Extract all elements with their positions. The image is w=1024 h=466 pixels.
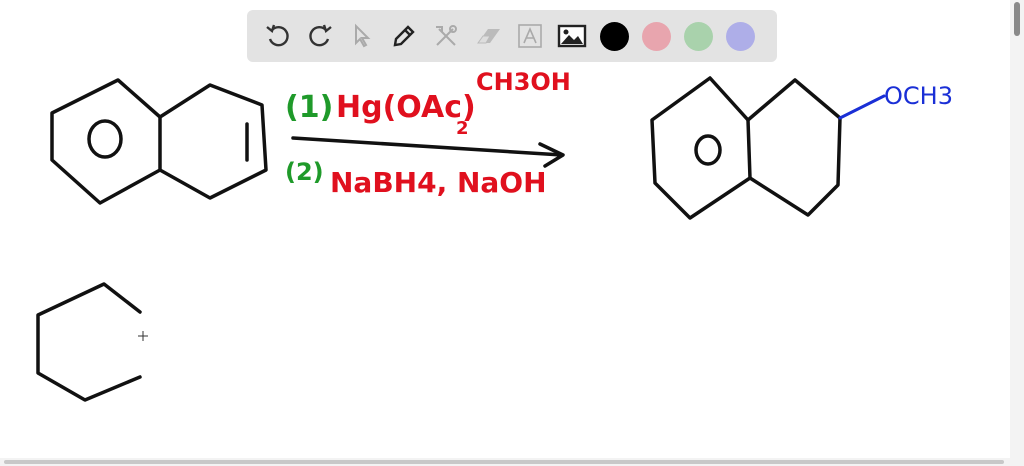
step1-subscript: 2: [456, 118, 469, 139]
methoxy-bond: [838, 94, 886, 120]
color-swatch: [725, 21, 755, 51]
pen-icon: [393, 25, 415, 47]
eraser-tool[interactable]: [467, 15, 509, 57]
reaction-arrow: [291, 136, 564, 157]
product-benzene-ring: [650, 76, 752, 220]
crosshair-cursor-icon: [138, 331, 148, 341]
text-tool[interactable]: [509, 15, 551, 57]
select-icon: [355, 23, 371, 48]
image-tool[interactable]: [551, 15, 593, 57]
shapes-tool[interactable]: [425, 15, 467, 57]
color-blue[interactable]: [719, 15, 761, 57]
color-green[interactable]: [677, 15, 719, 57]
reactant-benzene-ring: [50, 78, 162, 205]
reactant-second-ring: [158, 83, 268, 200]
product-methoxy-group: OCH3: [884, 82, 953, 110]
horizontal-scrollbar[interactable]: [0, 458, 1010, 466]
vertical-scrollbar[interactable]: [1010, 0, 1024, 466]
partial-hexagon: [36, 282, 142, 402]
redo-button[interactable]: [299, 15, 341, 57]
product-aromatic-circle: [694, 134, 722, 166]
aromatic-circle: [87, 119, 123, 159]
step1-reagent: Hg(OAc): [336, 90, 476, 125]
color-black[interactable]: [593, 15, 635, 57]
redo-icon: [309, 24, 332, 47]
select-tool[interactable]: [341, 15, 383, 57]
undo-button[interactable]: [257, 15, 299, 57]
text-icon: [518, 24, 542, 48]
color-swatch: [599, 21, 629, 51]
toolbar: [247, 10, 777, 62]
product-second-ring: [746, 78, 842, 217]
color-swatch: [683, 21, 713, 51]
solvent: CH3OH: [476, 68, 571, 96]
color-red[interactable]: [635, 15, 677, 57]
color-swatch: [641, 21, 671, 51]
scroll-thumb[interactable]: [1014, 2, 1020, 36]
tools-icon: [436, 25, 457, 46]
step1-label: (1): [285, 90, 333, 125]
image-icon: [557, 24, 587, 48]
drawing-canvas[interactable]: (1) Hg(OAc) 2 CH3OH (2) NaBH4, NaOH OCH3: [0, 0, 1024, 466]
eraser-icon: [477, 29, 500, 44]
pen-tool[interactable]: [383, 15, 425, 57]
step2-label: (2): [285, 158, 324, 186]
scroll-thumb[interactable]: [4, 460, 1004, 464]
undo-icon: [266, 24, 289, 47]
step2-reagent: NaBH4, NaOH: [330, 166, 547, 199]
